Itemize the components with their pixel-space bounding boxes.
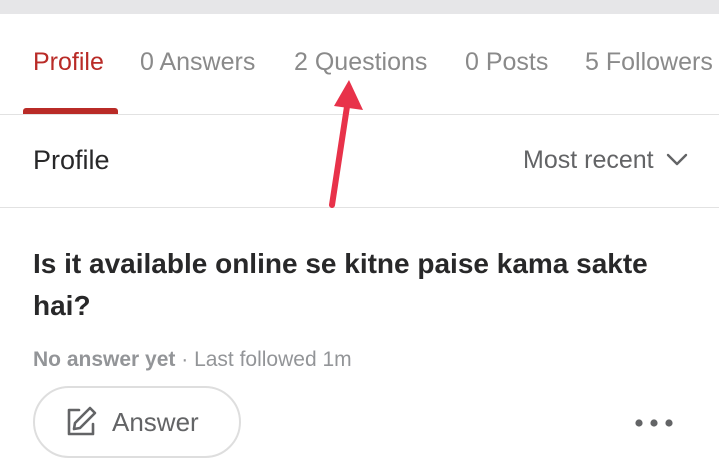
more-options-button[interactable]	[628, 408, 680, 438]
tab-profile[interactable]: Profile	[33, 47, 104, 77]
answer-status: No answer yet	[33, 348, 176, 371]
question-meta: No answer yet · Last followed 1m	[33, 346, 352, 374]
tab-followers[interactable]: 5 Followers	[585, 47, 713, 77]
sort-label: Most recent	[523, 146, 654, 174]
profile-tabs: Profile 0 Answers 2 Questions 0 Posts 5 …	[0, 14, 719, 115]
chevron-down-icon	[666, 153, 687, 166]
top-strip	[0, 0, 719, 14]
tab-questions[interactable]: 2 Questions	[294, 47, 427, 77]
section-title: Profile	[33, 145, 110, 175]
sort-dropdown[interactable]: Most recent	[523, 143, 688, 177]
meta-separator: ·	[175, 348, 195, 371]
profile-page: Profile 0 Answers 2 Questions 0 Posts 5 …	[0, 0, 719, 467]
answer-button-label: Answer	[112, 406, 199, 437]
answer-button[interactable]: Answer	[33, 386, 241, 458]
tab-posts[interactable]: 0 Posts	[465, 47, 548, 77]
question-title[interactable]: Is it available online se kitne paise ka…	[33, 243, 673, 327]
more-dots-icon	[635, 419, 673, 427]
tab-answers[interactable]: 0 Answers	[140, 47, 255, 77]
pencil-icon	[67, 406, 97, 436]
section-header: Profile Most recent	[0, 115, 719, 208]
last-followed: Last followed 1m	[194, 348, 352, 371]
active-tab-indicator	[23, 108, 118, 114]
